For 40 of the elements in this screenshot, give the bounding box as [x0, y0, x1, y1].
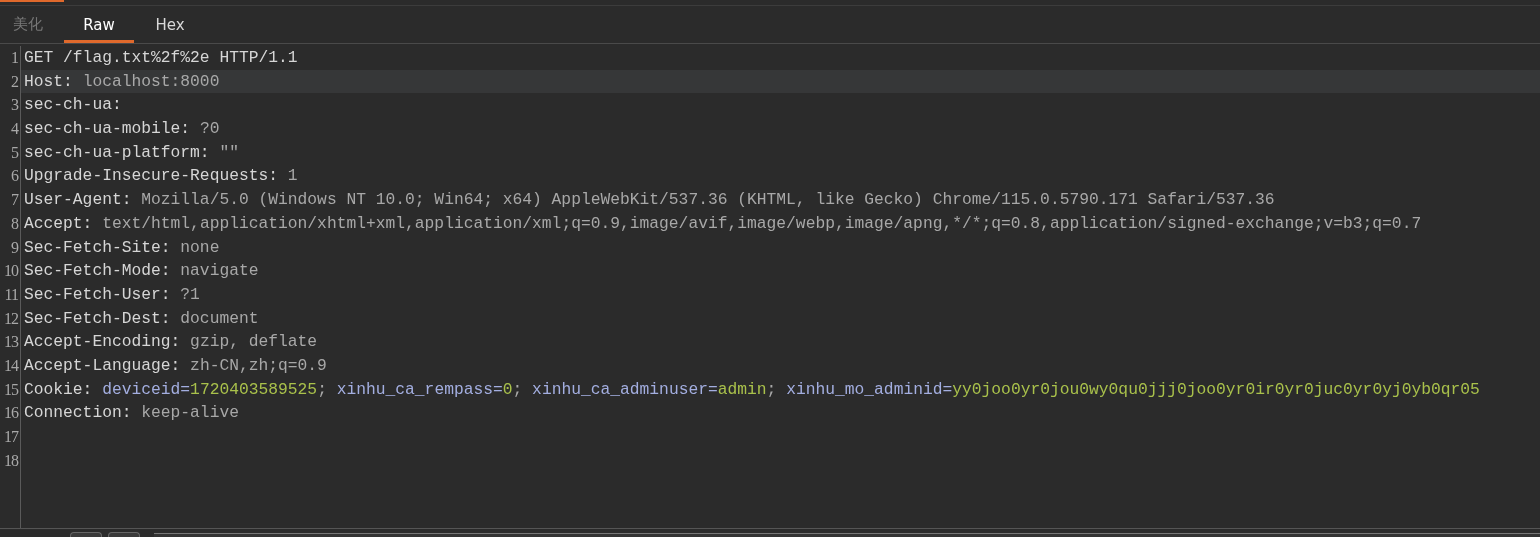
code-line: Cookie: deviceid=1720403589525; xinhu_ca_rempass=0; xinhu_ca_adminuser=admin; xinhu_mo_adminid=yy0joo0yr0jou0wy0qu0jjj0joo0yr0ir0yr0juc0yr0yj0yb0qr05: [24, 379, 1480, 399]
code-line: sec-ch-ua:: [24, 95, 122, 115]
code-line: GET /flag.txt%2f%2e HTTP/1.1: [24, 48, 298, 67]
toolbar-button[interactable]: [70, 532, 102, 537]
line-number: 15: [3, 379, 20, 400]
line-number: 2: [10, 71, 19, 92]
code-line: Upgrade-Insecure-Requests: 1: [24, 166, 298, 186]
code-line: Connection: keep-alive: [24, 403, 239, 423]
search-field[interactable]: [154, 533, 1540, 537]
code-line: Sec-Fetch-Site: none: [24, 237, 220, 257]
tab-indicator: [0, 0, 64, 2]
line-number: 3: [10, 95, 20, 116]
line-number: 10: [3, 261, 20, 282]
line-number: 14: [3, 355, 20, 376]
line-number: 12: [3, 308, 19, 329]
code-line: Sec-Fetch-User: ?1: [24, 284, 200, 304]
code-line: User-Agent: Mozilla/5.0 (Windows NT 10.0; Win64; x64) AppleWebKit/537.36 (KHTML, like Gecko) Chrome/115.0.5790.171 Safari/537.36: [24, 190, 1275, 210]
line-number: 11: [3, 284, 19, 305]
code-line: Accept: text/html,application/xhtml+xml,application/xml;q=0.9,image/avif,image/webp,image/apng,*/*;q=0.8,application/signed-exchange;v=b3;q=0.7: [24, 213, 1422, 233]
line-number: 8: [10, 213, 20, 234]
line-number: 16: [3, 403, 20, 424]
line-number: 9: [10, 237, 20, 258]
toolbar-button[interactable]: [108, 532, 140, 537]
line-number: 18: [3, 450, 20, 471]
line-number: 1: [10, 48, 19, 68]
line-number: 4: [10, 119, 20, 140]
code-line: sec-ch-ua-mobile: ?0: [24, 119, 220, 139]
code-line: Accept-Language: zh-CN,zh;q=0.9: [24, 355, 327, 375]
tab[interactable]: Hex: [142, 6, 198, 43]
line-number: 17: [3, 427, 20, 447]
code-line: Sec-Fetch-Dest: document: [24, 308, 259, 328]
tab[interactable]: Raw: [64, 6, 134, 43]
code-line: Sec-Fetch-Mode: navigate: [24, 261, 259, 281]
line-number: 5: [10, 142, 20, 163]
code-line: Accept-Encoding: gzip, deflate: [24, 332, 318, 352]
line-number: 7: [10, 190, 20, 211]
code-line: Host: localhost:8000: [24, 71, 220, 91]
code-line: sec-ch-ua-platform: "": [24, 142, 239, 162]
line-number: 6: [10, 166, 20, 187]
line-number: 13: [3, 332, 20, 353]
